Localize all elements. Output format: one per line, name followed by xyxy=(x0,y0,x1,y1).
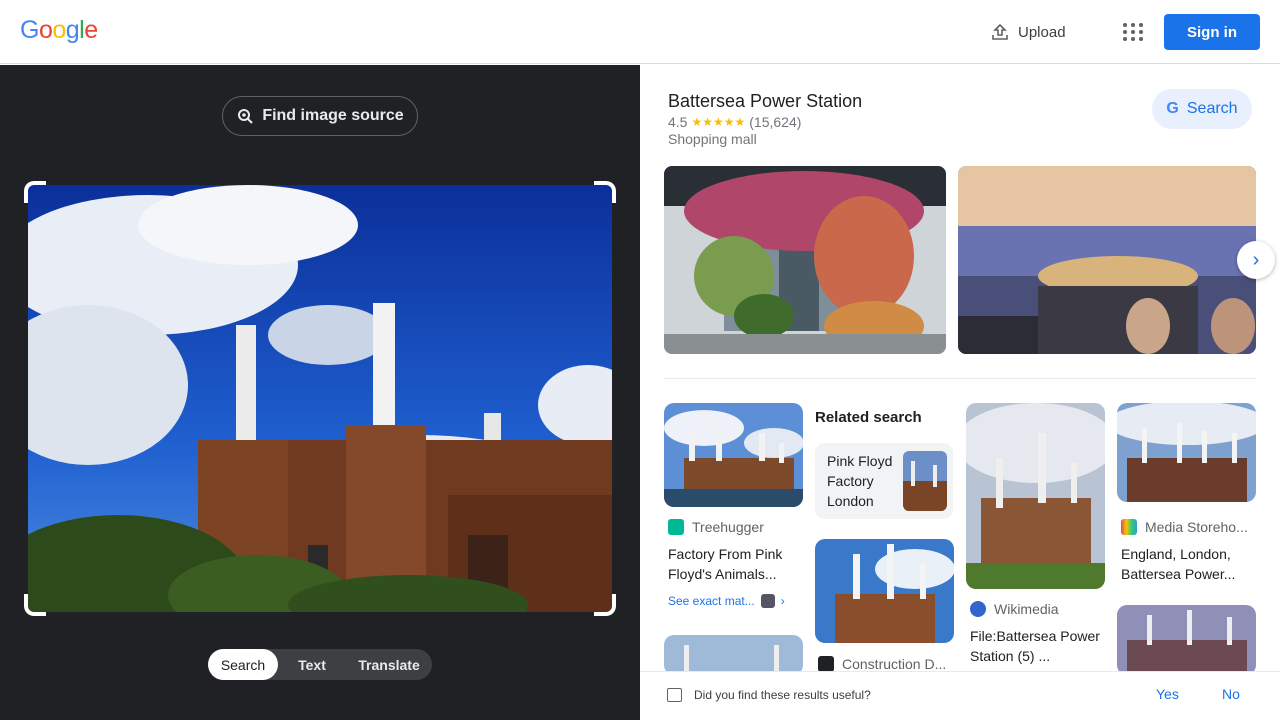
result-source-name: Construction D... xyxy=(842,656,947,672)
place-type: Shopping mall xyxy=(668,131,757,147)
upload-button[interactable]: Upload xyxy=(990,20,1066,44)
upload-label: Upload xyxy=(1018,23,1066,41)
sign-in-button[interactable]: Sign in xyxy=(1164,14,1260,50)
result-image-partial-2[interactable] xyxy=(1117,605,1256,675)
see-exact-matches-label: See exact mat... xyxy=(668,594,755,608)
crop-handle-bottom-right[interactable] xyxy=(594,594,616,616)
result-source-name: Media Storeho... xyxy=(1145,519,1248,535)
chevron-right-icon: › xyxy=(1252,248,1260,271)
result-image-construction[interactable] xyxy=(815,539,954,643)
result-source-name: Wikimedia xyxy=(994,601,1059,617)
feedback-yes-button[interactable]: Yes xyxy=(1156,686,1179,702)
section-divider xyxy=(664,378,1256,379)
tab-translate[interactable]: Translate xyxy=(346,649,432,680)
query-image-pane: Find image source Search Text Translate xyxy=(0,65,640,720)
review-count[interactable]: (15,624) xyxy=(749,114,801,130)
find-image-source-label: Find image source xyxy=(262,107,404,124)
result-image-wikimedia[interactable] xyxy=(966,403,1105,589)
result-image-partial[interactable] xyxy=(664,635,803,675)
crop-handle-top-left[interactable] xyxy=(24,181,46,203)
related-search-heading: Related search xyxy=(815,409,922,426)
place-photo-restaurant[interactable] xyxy=(958,166,1256,354)
crop-handle-top-right[interactable] xyxy=(594,181,616,203)
result-source-wikimedia[interactable]: Wikimedia xyxy=(970,601,1105,617)
feedback-question: Did you find these results useful? xyxy=(694,688,871,702)
media-storehouse-favicon-icon xyxy=(1121,519,1137,535)
google-search-label: Search xyxy=(1186,100,1238,117)
results-pane: Battersea Power Station 4.5 ★★★★★ (15,62… xyxy=(640,65,1280,720)
star-rating-icon: ★★★★★ xyxy=(691,115,746,129)
google-search-button[interactable]: G Search xyxy=(1152,89,1252,129)
result-image-media-storehouse[interactable] xyxy=(1117,403,1256,502)
lens-search-icon xyxy=(238,109,254,124)
place-photo-flower-shop[interactable] xyxy=(664,166,946,354)
tab-search[interactable]: Search xyxy=(208,649,278,680)
result-title-treehugger[interactable]: Factory From Pink Floyd's Animals... xyxy=(668,544,803,584)
google-g-icon: G xyxy=(1166,100,1179,117)
result-image-treehugger[interactable] xyxy=(664,403,803,507)
feedback-bar: Did you find these results useful? Yes N… xyxy=(640,671,1280,720)
see-exact-matches-link[interactable]: See exact mat... › xyxy=(668,594,785,608)
result-title-wikimedia[interactable]: File:Battersea Power Station (5) ... xyxy=(970,626,1105,666)
result-source-treehugger[interactable]: Treehugger xyxy=(668,519,808,535)
thumbnail-icon xyxy=(760,594,775,608)
upload-icon xyxy=(992,23,1008,40)
lens-mode-tabs: Search Text Translate xyxy=(208,649,432,680)
wikimedia-favicon-icon xyxy=(970,601,986,617)
result-source-construction[interactable]: Construction D... xyxy=(818,656,953,672)
query-photo xyxy=(28,185,612,612)
find-image-source-button[interactable]: Find image source xyxy=(222,96,418,136)
google-logo[interactable]: Google xyxy=(20,16,98,45)
tab-text[interactable]: Text xyxy=(278,649,346,680)
rating-value: 4.5 xyxy=(668,114,688,130)
next-photos-button[interactable]: › xyxy=(1237,241,1275,279)
related-search-thumbnail xyxy=(903,451,947,511)
place-name[interactable]: Battersea Power Station xyxy=(668,91,862,112)
apps-grid-icon[interactable] xyxy=(1120,20,1144,44)
result-title-media-storehouse[interactable]: England, London, Battersea Power... xyxy=(1121,544,1256,584)
top-bar: Google Upload Sign in xyxy=(0,0,1280,64)
related-search-query: Pink Floyd Factory London xyxy=(827,453,893,509)
result-source-media-storehouse[interactable]: Media Storeho... xyxy=(1121,519,1256,535)
crop-selection[interactable] xyxy=(24,181,616,616)
feedback-icon xyxy=(667,688,682,702)
chevron-right-icon: › xyxy=(780,594,785,608)
place-rating: 4.5 ★★★★★ (15,624) xyxy=(668,114,801,130)
result-source-name: Treehugger xyxy=(692,519,764,535)
feedback-no-button[interactable]: No xyxy=(1222,686,1240,702)
construction-favicon-icon xyxy=(818,656,834,672)
crop-handle-bottom-left[interactable] xyxy=(24,594,46,616)
related-search-chip[interactable]: Pink Floyd Factory London xyxy=(815,443,953,519)
treehugger-favicon-icon xyxy=(668,519,684,535)
